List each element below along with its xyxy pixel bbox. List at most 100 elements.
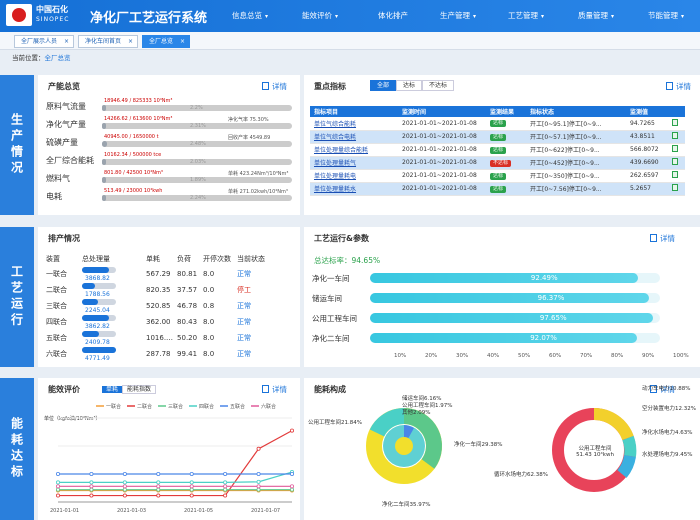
capacity-bar-fill [102, 105, 107, 111]
table-row[interactable]: 单位处理量综合能耗 2021-01-01~2021-01-08 达标 开工[0~622… [310, 143, 685, 157]
load-bar-fill [82, 331, 99, 337]
tab-workshop[interactable]: 净化车间首页 × [78, 35, 138, 48]
status-badge: 不达标 [490, 159, 512, 167]
legend-label: 二联合 [137, 403, 152, 410]
document-icon[interactable] [672, 171, 678, 178]
load-bar [82, 315, 116, 321]
indicator-name[interactable]: 单位处理量耗水 [310, 182, 398, 196]
rate-bar-fill [370, 313, 654, 323]
table-row: 四联合 3862.82 362.00 80.43 8.0 正常 [46, 314, 269, 330]
total-cell: 3868.82 [82, 266, 146, 282]
document-icon[interactable] [672, 158, 678, 165]
unit-consumption: 567.29 [146, 270, 171, 278]
indicator-value: 566.8072 [626, 143, 668, 157]
indicator-status: 开工[0~7.56]停工[0~9... [526, 182, 626, 196]
nav-item-overview[interactable]: 信息总览 ▾ [232, 10, 268, 21]
toggle-unit[interactable]: 单耗 [102, 386, 123, 393]
table-row: 三联合 2245.04 520.85 46.78 0.8 正常 [46, 298, 269, 314]
start-stop-count: 8.0 [203, 350, 215, 358]
data-point [256, 479, 261, 484]
doc-cell [668, 143, 685, 157]
axis-tick: 100% [673, 353, 689, 359]
legend-label: 四联合 [199, 403, 214, 410]
chevron-down-icon: ▾ [473, 13, 477, 20]
close-icon[interactable]: × [64, 36, 69, 47]
nav-item-process[interactable]: 工艺管理 ▾ [508, 10, 544, 21]
indicator-name[interactable]: 单位处理量耗电 [310, 169, 398, 183]
energy-donuts [366, 407, 637, 492]
energy-line-chart: 一联合 二联合 三联合 四联合 五联合 六联合单位（kgfo油/10⁴Nm³）2021-0… [44, 403, 294, 514]
nav-item-production[interactable]: 生产管理 ▾ [440, 10, 476, 21]
close-icon[interactable]: × [128, 36, 133, 47]
tab-overview[interactable]: 全厂总览 × [142, 35, 190, 48]
table-row[interactable]: 单位气综合电耗 2021-01-01~2021-01-08 达标 开工[0~57.1]… [310, 130, 685, 144]
workshop-label: 净化二车间 [312, 334, 350, 343]
capacity-more-link[interactable]: 详情 [262, 81, 287, 92]
table-row[interactable]: 单位处理量耗气 2021-01-01~2021-01-08 不达标 开工[0~452]… [310, 156, 685, 170]
process-more-link[interactable]: 详情 [650, 233, 675, 244]
indicator-time: 2021-01-01~2021-01-08 [398, 117, 486, 131]
detail-icon [262, 82, 269, 90]
current-state: 正常 [237, 318, 252, 326]
filter-pass[interactable]: 达标 [396, 80, 423, 91]
unit-consumption: 520.85 [146, 302, 171, 310]
indicator-result-cell: 不达标 [486, 156, 526, 170]
data-point [122, 480, 127, 485]
rate-bar [370, 333, 660, 343]
doc-cell [668, 169, 685, 183]
table-row[interactable]: 单位气综合能耗 2021-01-01~2021-01-08 达标 开工[0~95.1]… [310, 117, 685, 131]
nav-item-schedule[interactable]: 体化排产 [378, 10, 408, 21]
capacity-value: 40945.00 / 1650000 t [104, 134, 159, 140]
nav-item-quality[interactable]: 质量管理 ▾ [578, 10, 614, 21]
indicator-result-cell: 达标 [486, 169, 526, 183]
indicator-value: 5.2657 [626, 182, 668, 196]
start-stop-count: 8.0 [203, 334, 215, 342]
start-stop-count: 0.0 [203, 286, 215, 294]
key-more-link[interactable]: 详情 [666, 81, 691, 92]
donut-label: 净化一车间29.38% [454, 442, 503, 448]
table-row[interactable]: 单位处理量耗水 2021-01-01~2021-01-08 达标 开工[0~7.56]… [310, 182, 685, 196]
document-icon[interactable] [672, 184, 678, 191]
indicator-result-cell: 达标 [486, 130, 526, 144]
capacity-value: 801.80 / 42500 10⁴Nm³ [104, 170, 163, 176]
indicator-status: 开工[0~350]停工[0~9... [526, 169, 626, 183]
filter-fail[interactable]: 不达标 [422, 80, 455, 91]
document-icon[interactable] [672, 118, 678, 126]
unit-name: 二联合 [46, 286, 67, 294]
current-state: 正常 [237, 334, 252, 342]
table-row[interactable]: 单位处理量耗电 2021-01-01~2021-01-08 达标 开工[0~350]停… [310, 169, 685, 183]
indicator-name[interactable]: 单位处理量耗气 [310, 156, 398, 170]
data-point [289, 472, 294, 477]
unit-consumption: 820.35 [146, 286, 171, 294]
nav-item-saving[interactable]: 节能管理 ▾ [648, 10, 684, 21]
filter-all[interactable]: 全部 [370, 80, 397, 91]
indicator-time: 2021-01-01~2021-01-08 [398, 130, 486, 144]
indicator-result-cell: 达标 [486, 117, 526, 131]
nav-item-energy[interactable]: 能效评价 ▾ [302, 10, 338, 21]
tab-staff[interactable]: 全厂展示人员 × [14, 35, 74, 48]
indicator-name[interactable]: 单位气综合能耗 [310, 117, 398, 131]
data-point [189, 472, 194, 477]
legend-label: 三联合 [168, 403, 183, 410]
x-tick-label: 2021-01-01 [50, 508, 79, 514]
eval-more-link[interactable]: 详情 [262, 384, 287, 395]
data-point [189, 493, 194, 498]
close-icon[interactable]: × [180, 36, 185, 47]
toggle-index[interactable]: 能耗指数 [122, 385, 157, 394]
capacity-bar-fill [102, 195, 107, 201]
column-header: 监测值 [626, 106, 668, 117]
data-point [122, 493, 127, 498]
indicator-name[interactable]: 单位处理量综合能耗 [310, 143, 398, 157]
donut-label: 空分装置电力12.32% [642, 406, 696, 412]
capacity-pct: 2.24% [190, 195, 206, 201]
panel-title: 能效评价 [48, 385, 80, 394]
breadcrumb-link[interactable]: 全厂总览 [45, 54, 71, 62]
data-point [289, 428, 294, 433]
legend-label: 五联合 [230, 403, 245, 410]
document-icon[interactable] [672, 132, 678, 139]
data-point [156, 487, 161, 492]
document-icon[interactable] [672, 145, 678, 152]
indicator-name[interactable]: 单位气综合电耗 [310, 130, 398, 144]
rate-value: 92.49% [530, 274, 558, 282]
capacity-label: 燃料气 [46, 174, 70, 183]
